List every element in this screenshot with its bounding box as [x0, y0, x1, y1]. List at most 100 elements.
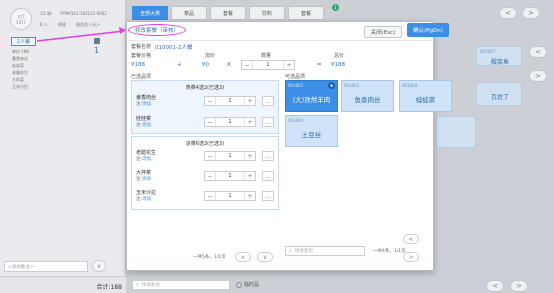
decrease-button[interactable]: − [242, 61, 253, 69]
menu-tile[interactable]: 瓦佐丁 [476, 82, 522, 106]
more-options-button[interactable]: … [262, 117, 274, 127]
dish-quantity-stepper[interactable]: − 1 + [204, 171, 256, 181]
tab-set-menu[interactable]: 套餐 [288, 6, 324, 20]
dish-name: 老醋花生 [136, 150, 157, 156]
next-page-button[interactable]: > [529, 70, 547, 82]
bottom-next-button[interactable]: > [510, 280, 528, 292]
dish-note[interactable]: 注:添加 [136, 101, 156, 107]
group-title: 凉菜6选3(已选3) [185, 141, 225, 147]
quantity-stepper[interactable]: − 1 + [241, 60, 295, 70]
table-avatar[interactable]: 大厅 1077 [10, 8, 32, 30]
dish-note[interactable]: 注:添加 [136, 156, 156, 162]
dish-quantity[interactable]: 1 [216, 172, 244, 180]
dish-quantity[interactable]: 1 [216, 97, 244, 105]
category-tabs: 全部大类 菜品 套餐 饮料 套餐 [132, 6, 324, 20]
set-items-header: 单价:188 [12, 49, 29, 54]
set-name-value: 010001-2人餐 [155, 45, 193, 51]
set-item: 大拌菜 [12, 77, 24, 82]
decrease-button[interactable]: − [205, 152, 216, 160]
dish-quantity-stepper[interactable]: − 1 + [204, 191, 256, 201]
next-category-button[interactable]: > [522, 7, 540, 19]
dish-quantity[interactable]: 1 [216, 152, 244, 160]
add-note-link[interactable]: 添加 [142, 102, 151, 107]
add-note-link[interactable]: 添加 [142, 157, 151, 162]
group-title: 热菜4选2(已选2) [185, 85, 225, 91]
search-icon: ⌕ [136, 282, 139, 288]
tab-all-categories[interactable]: 全部大类 [132, 6, 168, 20]
dish-row: 老醋花生 注:添加 [136, 149, 156, 162]
menu-tile[interactable]: 001007 酸菜鱼 [476, 46, 522, 66]
available-item[interactable]: 001002 鱼香肉丝 [341, 80, 394, 112]
extra-price-value: ¥0 [202, 62, 209, 68]
set-name-label: 套餐名称 [131, 44, 152, 50]
temporary-item-toggle[interactable]: 临时品 [236, 281, 259, 288]
dish-quantity-stepper[interactable]: − 1 + [204, 151, 256, 161]
selected-next-page[interactable]: ∨ [257, 252, 273, 262]
remark-input[interactable]: <添加备注> [4, 261, 88, 272]
quick-search-input[interactable]: ⌕ 快速查询 [132, 280, 230, 290]
increase-button[interactable]: + [244, 97, 255, 105]
tab-sets[interactable]: 套餐 [210, 6, 246, 20]
available-item[interactable]: 001003 蛙蛙菜 [399, 80, 452, 112]
more-options-button[interactable]: … [262, 171, 274, 181]
search-icon: ⌕ [289, 248, 292, 254]
available-item[interactable]: 001004 土豆丝 [285, 115, 338, 147]
selected-pager-info: 一共5条，1/1页 [193, 255, 226, 260]
dish-note[interactable]: 注:添加 [136, 176, 151, 182]
dish-quantity-stepper[interactable]: − 1 + [204, 117, 256, 127]
more-options-button[interactable]: … [262, 191, 274, 201]
dish-quantity[interactable]: 1 [216, 192, 244, 200]
available-pager-info: 一共4条，1/1页 [373, 249, 406, 254]
quantity-value[interactable]: 1 [253, 61, 283, 69]
decrease-button[interactable]: − [205, 192, 216, 200]
dish-note[interactable]: 注:添加 [136, 196, 156, 202]
add-note-link[interactable]: 添加 [142, 123, 151, 128]
add-note-link[interactable]: 添加 [142, 197, 151, 202]
item-search-input[interactable]: ⌕ 快速查询 [285, 246, 365, 256]
dish-quantity-stepper[interactable]: − 1 + [204, 96, 256, 106]
decrease-button[interactable]: − [205, 97, 216, 105]
order-panel: 大厅 1077 15:48 YYM0101:182122-0002 6 人 吧维… [0, 0, 126, 293]
menu-tile[interactable] [436, 116, 476, 148]
plus-sign: + [177, 62, 182, 68]
menu-tile-name: 酸菜鱼 [491, 59, 510, 66]
tab-drinks[interactable]: 饮料 [249, 6, 285, 20]
menu-tile-code: 001007 [480, 49, 496, 54]
bottom-prev-button[interactable]: < [486, 280, 504, 292]
set-item: 玉米沙拉 [12, 84, 28, 89]
prev-category-button[interactable]: < [499, 7, 517, 19]
dish-note[interactable]: 注:添加 [136, 122, 151, 128]
dialog-title: 修改套餐（审核） [128, 24, 186, 36]
available-next-page[interactable]: > [403, 252, 419, 262]
edit-icon[interactable] [94, 38, 100, 44]
increase-button[interactable]: + [244, 172, 255, 180]
available-section-label: 可选品项 [285, 74, 306, 80]
selected-prev-page[interactable]: ∧ [235, 252, 251, 262]
increase-button[interactable]: + [244, 118, 255, 126]
selected-set-item[interactable]: 2人餐 [11, 37, 36, 46]
scroll-down-button[interactable]: ∨ [92, 260, 106, 272]
confirm-button[interactable]: 确认(PgDn) [407, 23, 449, 37]
available-prev-page[interactable]: < [403, 234, 419, 244]
search-placeholder: 快速查询 [294, 249, 313, 254]
dish-quantity[interactable]: 1 [216, 118, 244, 126]
more-options-button[interactable]: … [262, 96, 274, 106]
tab-dishes[interactable]: 菜品 [171, 6, 207, 20]
notification-badge: 1 [332, 4, 339, 11]
people-count[interactable]: 6 人 [40, 22, 48, 28]
decrease-button[interactable]: − [205, 118, 216, 126]
decrease-button[interactable]: − [205, 172, 216, 180]
prev-page-button[interactable]: < [529, 46, 547, 58]
order-time: 15:48 [40, 11, 52, 16]
increase-button[interactable]: + [244, 192, 255, 200]
order-number: YYM0101:182122-0002 [60, 11, 107, 16]
available-item[interactable]: 001001 ❀ (大)孜然羊肉 [285, 80, 338, 112]
close-button[interactable]: 关闭(Esc) [364, 26, 402, 38]
increase-button[interactable]: + [283, 61, 294, 69]
add-note-link[interactable]: 添加 [142, 177, 151, 182]
item-code: 001004 [288, 118, 304, 123]
more-options-button[interactable]: … [262, 151, 274, 161]
increase-button[interactable]: + [244, 152, 255, 160]
remark-placeholder: <添加备注> [8, 264, 34, 270]
set-item: 番香肉丝 [12, 56, 28, 61]
